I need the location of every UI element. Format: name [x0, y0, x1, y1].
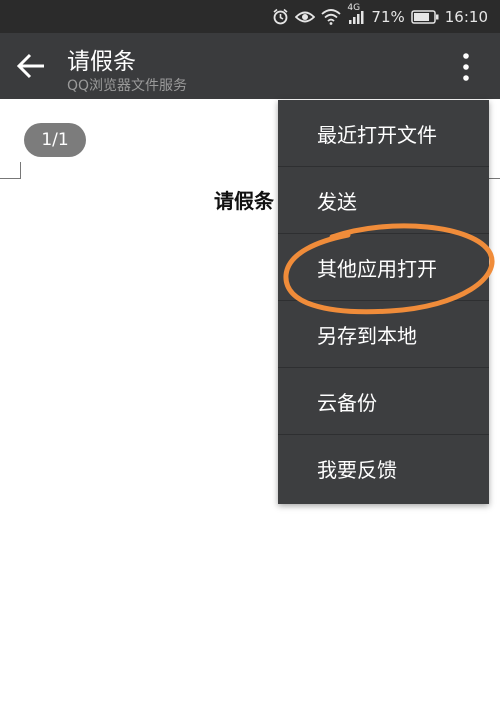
- overflow-menu: 最近打开文件 发送 其他应用打开 另存到本地 云备份 我要反馈: [278, 100, 489, 504]
- menu-item-label: 云备份: [317, 390, 377, 415]
- back-arrow-icon[interactable]: [14, 51, 50, 81]
- menu-item-label: 最近打开文件: [317, 122, 437, 147]
- document-heading: 请假条: [214, 189, 274, 213]
- cellular-signal-icon: 4G: [347, 3, 365, 25]
- status-bar: 4G 71% 16:10: [0, 0, 500, 33]
- alarm-icon: [272, 8, 289, 25]
- more-options-icon[interactable]: [452, 51, 480, 83]
- menu-item-send[interactable]: 发送: [278, 167, 489, 234]
- menu-item-open-with-other-app[interactable]: 其他应用打开: [278, 234, 489, 301]
- eye-icon: [295, 10, 316, 24]
- menu-item-feedback[interactable]: 我要反馈: [278, 435, 489, 502]
- page-border: [20, 162, 21, 179]
- page-subtitle: QQ浏览器文件服务: [67, 78, 188, 94]
- menu-item-label: 另存到本地: [317, 323, 417, 348]
- app-bar: 请假条 QQ浏览器文件服务: [0, 33, 500, 99]
- menu-item-cloud-backup[interactable]: 云备份: [278, 368, 489, 435]
- battery-icon: [411, 9, 439, 24]
- menu-item-recent-files[interactable]: 最近打开文件: [278, 100, 489, 167]
- menu-item-label: 发送: [317, 189, 357, 214]
- network-type-label: 4G: [347, 2, 361, 13]
- menu-item-label: 其他应用打开: [317, 256, 437, 281]
- menu-item-save-to-local[interactable]: 另存到本地: [278, 301, 489, 368]
- menu-item-label: 我要反馈: [317, 458, 397, 482]
- page-indicator: 1/1: [24, 123, 86, 157]
- wifi-icon: [321, 8, 342, 25]
- page-border: [0, 178, 20, 179]
- page-title: 请假条: [67, 49, 136, 75]
- battery-percent: 71%: [371, 7, 405, 26]
- clock-time: 16:10: [444, 7, 488, 26]
